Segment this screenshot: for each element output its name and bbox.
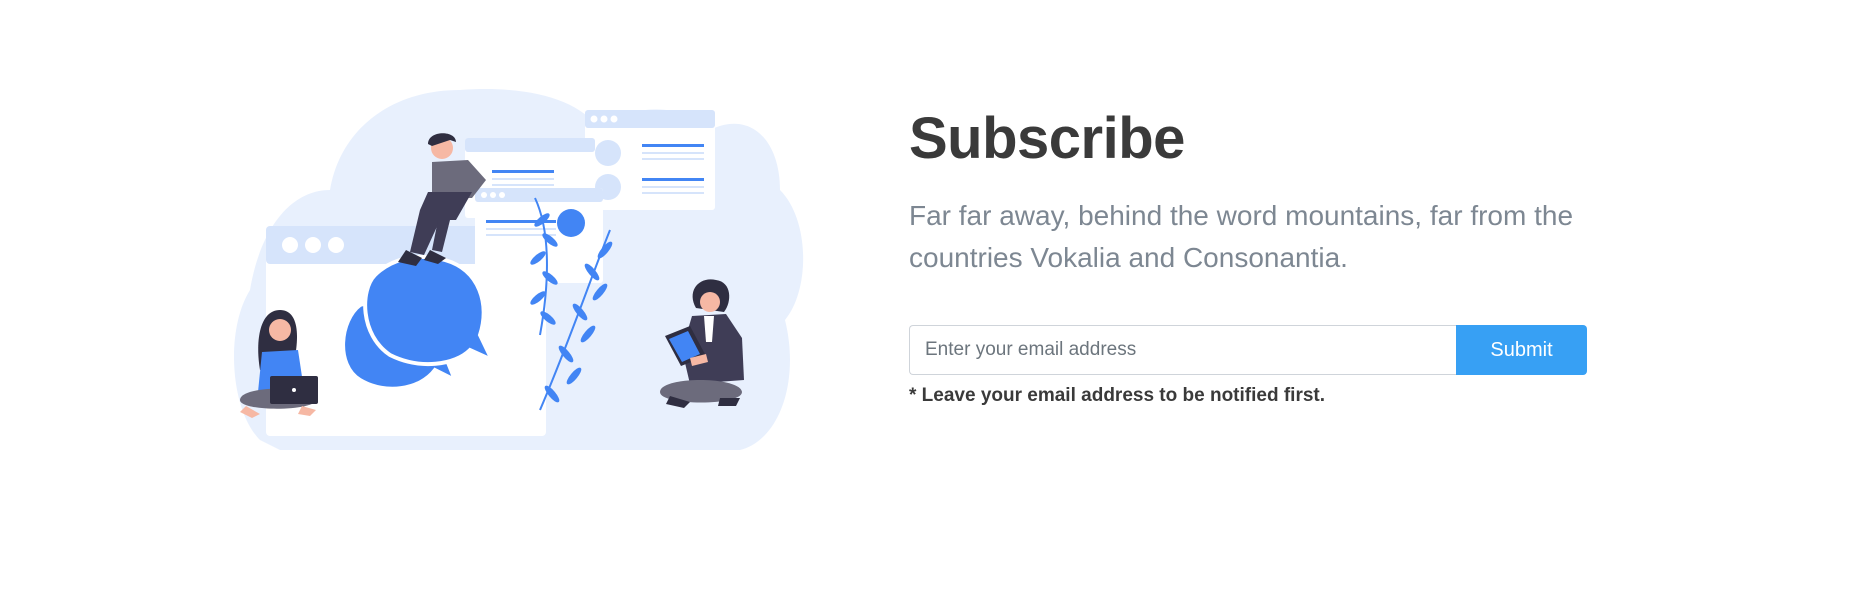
lead-text: Far far away, behind the word mountains,…	[909, 200, 1574, 273]
submit-button[interactable]: Submit	[1456, 325, 1587, 375]
notify-note: * Leave your email address to be notifie…	[909, 385, 1326, 406]
email-input[interactable]	[909, 325, 1456, 375]
subscribe-section: Subscribe Far far away, behind the word …	[0, 0, 1852, 614]
browser-window-small	[475, 188, 603, 283]
page-title: Subscribe	[909, 106, 1185, 171]
subscribe-content: Subscribe Far far away, behind the word …	[909, 105, 1609, 407]
subscribe-form: Submit	[909, 325, 1587, 375]
people-chatting-illustration	[233, 89, 804, 451]
browser-window-top	[585, 110, 715, 210]
